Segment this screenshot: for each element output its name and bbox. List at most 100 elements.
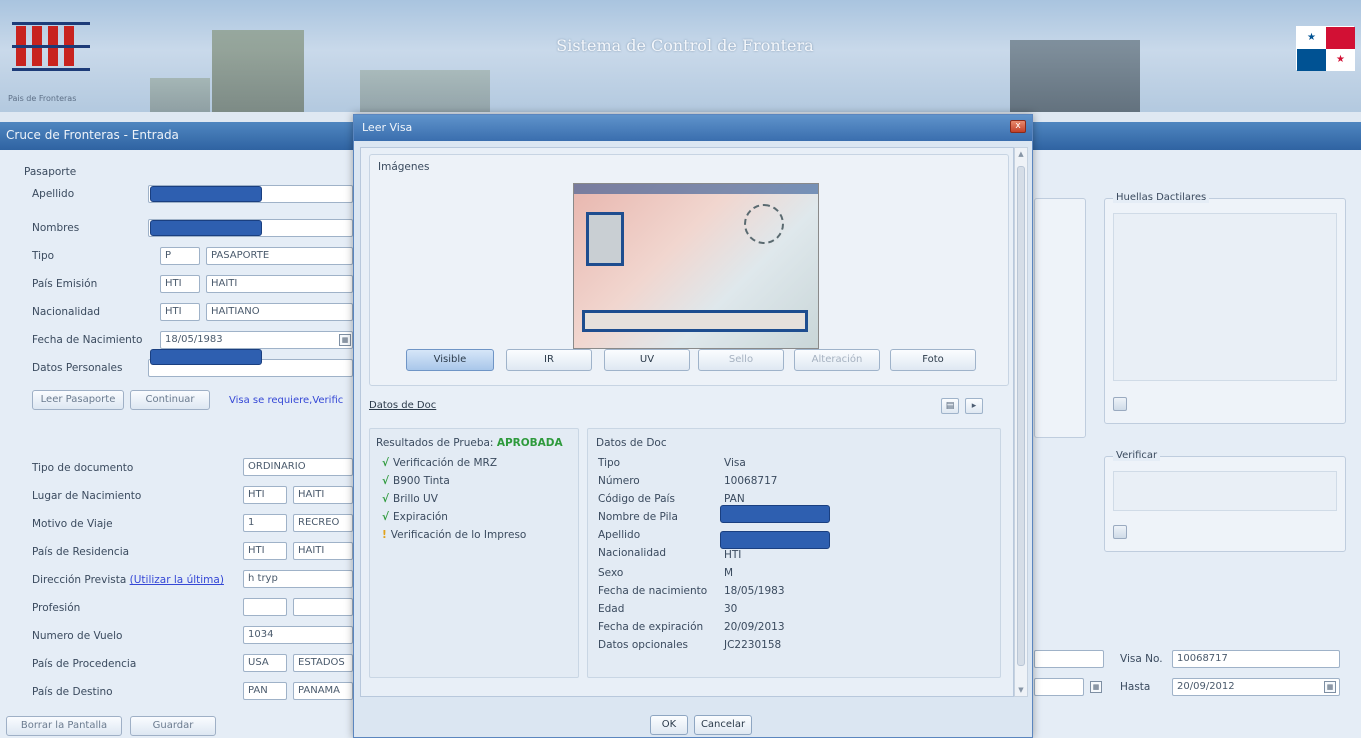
cancel-button[interactable]: Cancelar: [694, 715, 752, 735]
fecha-nacimiento-field[interactable]: 18/05/1983: [160, 331, 353, 349]
print-icon[interactable]: ▤: [941, 398, 959, 414]
pais-destino-code-field[interactable]: PAN: [243, 682, 287, 700]
direccion-prevista-field[interactable]: h tryp: [243, 570, 353, 588]
numero-vuelo-label: Numero de Vuelo: [32, 630, 123, 642]
pais-procedencia-label: País de Procedencia: [32, 658, 137, 670]
doc-field-value: PAN: [724, 493, 745, 505]
pais-emision-code-field[interactable]: HTI: [160, 275, 200, 293]
fingerprint-icon[interactable]: [1113, 397, 1127, 411]
doc-field-label: Nombre de Pila: [598, 511, 678, 523]
results-panel: Resultados de Prueba: APROBADA √ Verifica…: [369, 428, 579, 678]
borrar-pantalla-button[interactable]: Borrar la Pantalla: [6, 716, 122, 736]
doc-field-label: Datos opcionales: [598, 639, 689, 651]
nombres-label: Nombres: [32, 222, 80, 234]
tab-uv[interactable]: UV: [604, 349, 690, 371]
guardar-button[interactable]: Guardar: [130, 716, 216, 736]
direccion-prevista-text: Dirección Prevista: [32, 574, 127, 586]
panama-flag-icon: ★ ★: [1296, 26, 1355, 71]
scroll-thumb[interactable]: [1017, 166, 1025, 666]
pais-emision-value-field[interactable]: HAITI: [206, 275, 353, 293]
doc-field-label: Sexo: [598, 567, 624, 579]
doc-field-label: Apellido: [598, 529, 641, 541]
app-title: Sistema de Control de Frontera: [556, 36, 814, 55]
visa-desde-field[interactable]: [1034, 678, 1084, 696]
pais-emision-label: País Emisión: [32, 278, 98, 290]
tipo-documento-field[interactable]: ORDINARIO: [243, 458, 353, 476]
scroll-up-icon[interactable]: ▲: [1016, 150, 1026, 158]
doc-data-panel: Datos de Doc Tipo Visa Número 10068717 C…: [587, 428, 1001, 678]
calendar-icon[interactable]: ▦: [1090, 681, 1102, 693]
banner-ship-image: [1010, 40, 1140, 112]
calendar-icon[interactable]: ▦: [339, 334, 351, 346]
apellido-label: Apellido: [32, 188, 75, 200]
redaction-block: [150, 349, 262, 365]
pais-residencia-label: País de Residencia: [32, 546, 130, 558]
nacionalidad-code-field[interactable]: HTI: [160, 303, 200, 321]
check-item: √ B900 Tinta: [382, 475, 450, 487]
hasta-field[interactable]: 20/09/2012: [1172, 678, 1340, 696]
doc-field-value: M: [724, 567, 734, 579]
check-icon: √: [382, 475, 390, 487]
doc-field-label: Edad: [598, 603, 625, 615]
banner-tower-image: [212, 30, 304, 112]
dialog-scrollbar[interactable]: ▲ ▼: [1014, 147, 1028, 697]
lugar-nacimiento-label: Lugar de Nacimiento: [32, 490, 142, 502]
banner-ruin-image-2: [360, 70, 490, 112]
visa-from-field[interactable]: [1034, 650, 1104, 668]
leer-pasaporte-button[interactable]: Leer Pasaporte: [32, 390, 124, 410]
check-item: √ Expiración: [382, 511, 448, 523]
utilizar-ultima-link[interactable]: (Utilizar la última): [130, 574, 224, 586]
visa-image: [573, 183, 819, 349]
check-item: ! Verificación de lo Impreso: [382, 529, 527, 541]
datos-doc-link[interactable]: Datos de Doc: [369, 400, 436, 411]
tab-alteracion[interactable]: Alteración: [794, 349, 880, 371]
pais-residencia-value-field[interactable]: HAITI: [293, 542, 353, 560]
calendar-icon[interactable]: ▦: [1324, 681, 1336, 693]
doc-data-title: Datos de Doc: [596, 437, 667, 449]
close-icon[interactable]: x: [1010, 120, 1026, 133]
huellas-dactilares-group: Huellas Dactilares: [1104, 192, 1346, 424]
continuar-button[interactable]: Continuar: [130, 390, 210, 410]
visa-mrz-region: [582, 310, 808, 332]
banner-ruin-image: [150, 78, 210, 112]
tipo-documento-label: Tipo de documento: [32, 462, 134, 474]
motivo-viaje-label: Motivo de Viaje: [32, 518, 113, 530]
scroll-down-icon[interactable]: ▼: [1016, 686, 1026, 694]
pais-procedencia-value-field[interactable]: ESTADOS: [293, 654, 353, 672]
expand-icon[interactable]: ▸: [965, 398, 983, 414]
results-title: Resultados de Prueba:: [376, 437, 494, 449]
imagenes-group: Imágenes Visible IR UV Sello Alteración …: [369, 154, 1009, 386]
tipo-label: Tipo: [32, 250, 55, 262]
profesion-value-field[interactable]: [293, 598, 353, 616]
nacionalidad-value-field[interactable]: HAITIANO: [206, 303, 353, 321]
pais-residencia-code-field[interactable]: HTI: [243, 542, 287, 560]
pais-destino-value-field[interactable]: PANAMA: [293, 682, 353, 700]
tab-ir[interactable]: IR: [506, 349, 592, 371]
doc-field-label: Fecha de expiración: [598, 621, 704, 633]
tab-foto[interactable]: Foto: [890, 349, 976, 371]
motivo-viaje-code-field[interactable]: 1: [243, 514, 287, 532]
nacionalidad-label: Nacionalidad: [32, 306, 101, 318]
tipo-code-field[interactable]: P: [160, 247, 200, 265]
window-title: Cruce de Fronteras - Entrada: [6, 128, 179, 142]
doc-field-label: Número: [598, 475, 640, 487]
verify-fingerprint-icon[interactable]: [1113, 525, 1127, 539]
pais-procedencia-code-field[interactable]: USA: [243, 654, 287, 672]
ok-button[interactable]: OK: [650, 715, 688, 735]
doc-field-value: Visa: [724, 457, 746, 469]
tab-visible[interactable]: Visible: [406, 349, 494, 371]
profesion-code-field[interactable]: [243, 598, 287, 616]
redaction-block: [150, 186, 262, 202]
tipo-value-field[interactable]: PASAPORTE: [206, 247, 353, 265]
passport-section-label: Pasaporte: [24, 166, 77, 178]
leer-visa-dialog: Leer Visa x Imágenes Visible IR UV Sello…: [353, 114, 1033, 738]
visa-required-notice[interactable]: Visa se requiere,Verific: [229, 395, 343, 406]
motivo-viaje-value-field[interactable]: RECREO: [293, 514, 353, 532]
numero-vuelo-field[interactable]: 1034: [243, 626, 353, 644]
lugar-nacimiento-value-field[interactable]: HAITI: [293, 486, 353, 504]
lugar-nacimiento-code-field[interactable]: HTI: [243, 486, 287, 504]
tab-sello[interactable]: Sello: [698, 349, 784, 371]
doc-field-value: HTI: [724, 549, 742, 561]
visa-no-field[interactable]: 10068717: [1172, 650, 1340, 668]
doc-field-value: 20/09/2013: [724, 621, 785, 633]
